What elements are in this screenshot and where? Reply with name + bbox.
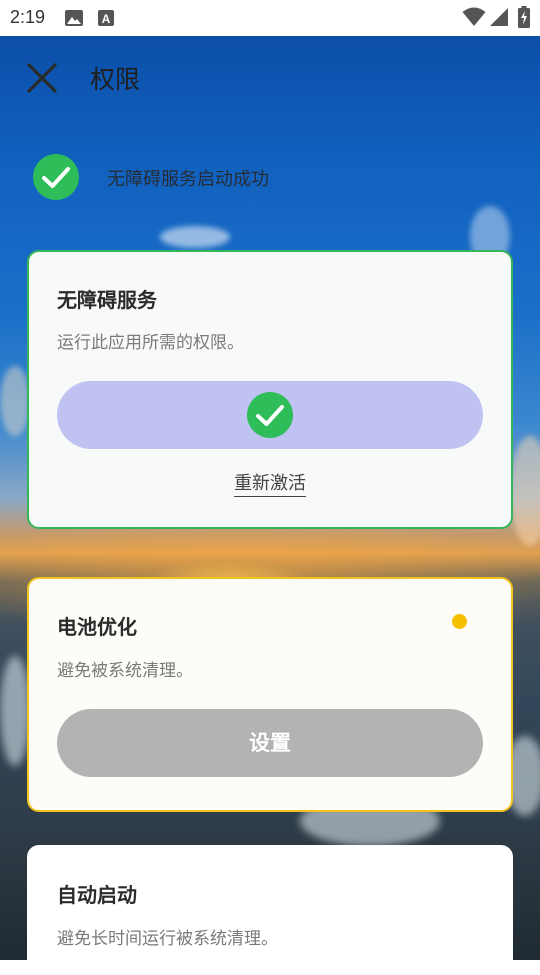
- text-a-icon: A: [97, 9, 115, 31]
- wifi-icon: [462, 7, 486, 31]
- card-title: 电池优化: [57, 615, 137, 639]
- check-circle-icon: [32, 153, 80, 201]
- accessibility-status-button[interactable]: [57, 381, 483, 449]
- close-button[interactable]: [22, 58, 62, 98]
- card-title: 自动启动: [57, 883, 137, 907]
- check-circle-icon: [246, 391, 294, 439]
- reactivate-link[interactable]: 重新激活: [29, 469, 511, 497]
- card-description: 避免被系统清理。: [57, 661, 193, 681]
- card-description: 避免长时间运行被系统清理。: [57, 929, 278, 949]
- success-message: 无障碍服务启动成功: [107, 169, 269, 190]
- signal-icon: [489, 7, 509, 31]
- image-icon: [64, 9, 84, 31]
- battery-charging-icon: [518, 6, 530, 32]
- battery-settings-button[interactable]: 设置: [57, 709, 483, 777]
- card-description: 运行此应用所需的权限。: [57, 333, 244, 353]
- svg-text:A: A: [102, 12, 111, 26]
- page-title: 权限: [90, 65, 141, 94]
- card-title: 无障碍服务: [57, 288, 157, 312]
- pending-status-dot: [452, 614, 467, 629]
- close-icon: [27, 63, 57, 93]
- reactivate-label: 重新激活: [234, 473, 306, 497]
- accessibility-service-card: 无障碍服务 运行此应用所需的权限。 重新激活: [27, 250, 513, 529]
- auto-start-card: 自动启动 避免长时间运行被系统清理。: [27, 845, 513, 975]
- status-time: 2:19: [10, 7, 46, 27]
- battery-optimization-card: 电池优化 避免被系统清理。 设置: [27, 577, 513, 812]
- status-bar: 2:19 A: [0, 0, 540, 36]
